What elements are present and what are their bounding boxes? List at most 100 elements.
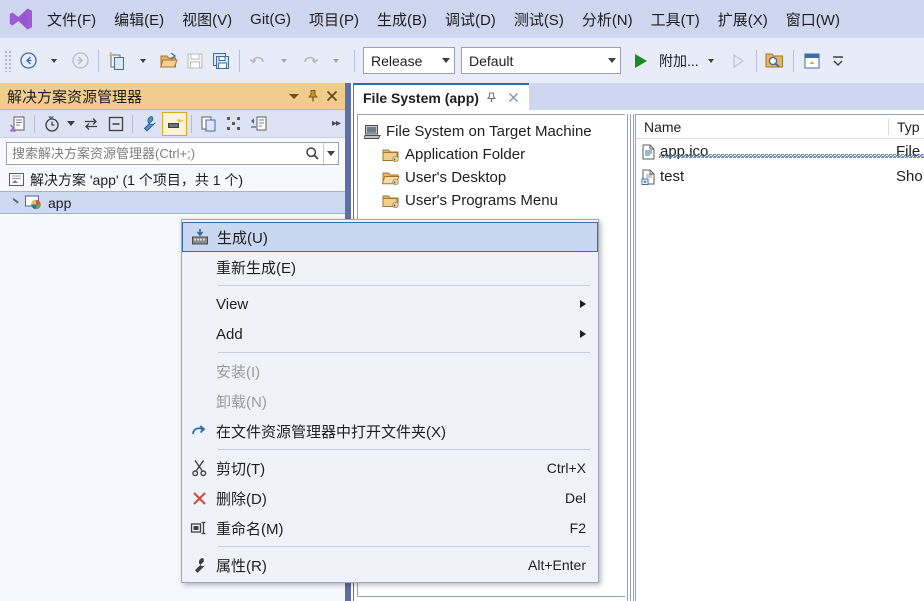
menu-item-view[interactable]: 视图(V)	[173, 5, 241, 34]
solution-explorer-title: 解决方案资源管理器	[7, 88, 143, 106]
menu-item-analyze[interactable]: 分析(N)	[573, 5, 642, 34]
list-item-type: Sho	[896, 168, 923, 185]
context-menu-item-rebuild[interactable]: 重新生成(E)	[182, 252, 598, 282]
chevron-down-icon	[442, 58, 450, 63]
window-layout-icon[interactable]	[799, 47, 825, 75]
solution-explorer-node-app[interactable]: app	[0, 191, 345, 214]
context-menu-item-add[interactable]: Add	[182, 319, 598, 349]
save-all-icon[interactable]	[208, 47, 234, 75]
context-menu-item-cut[interactable]: 剪切(T) Ctrl+X	[182, 453, 598, 483]
navigate-forward-icon[interactable]	[67, 47, 93, 75]
tab-label: File System (app)	[363, 89, 479, 106]
new-project-icon[interactable]	[104, 47, 130, 75]
redo-dropdown-icon[interactable]	[323, 47, 349, 75]
solution-configuration-dropdown[interactable]: Release	[363, 47, 455, 74]
list-item-app-ico[interactable]: app.ico File	[636, 139, 924, 164]
solution-explorer-node-solution[interactable]: 解决方案 'app' (1 个项目，共 1 个)	[0, 168, 345, 191]
menu-item-window[interactable]: 窗口(W)	[777, 5, 849, 34]
context-menu-separator	[218, 285, 590, 286]
refresh-icon[interactable]	[246, 112, 271, 136]
code-view-icon[interactable]	[5, 112, 30, 136]
submenu-arrow-icon	[580, 330, 586, 338]
menu-item-build[interactable]: 生成(B)	[368, 5, 436, 34]
close-icon[interactable]	[322, 87, 341, 106]
fs-node-target-machine[interactable]: File System on Target Machine	[358, 120, 625, 143]
menu-item-edit[interactable]: 编辑(E)	[105, 5, 173, 34]
visual-studio-window: 文件(F) 编辑(E) 视图(V) Git(G) 项目(P) 生成(B) 调试(…	[0, 0, 924, 601]
menu-item-git[interactable]: Git(G)	[241, 7, 300, 32]
undo-icon[interactable]	[245, 47, 271, 75]
close-icon[interactable]	[505, 89, 523, 107]
step-icon[interactable]	[725, 47, 751, 75]
context-menu-item-properties[interactable]: 属性(R) Alt+Enter	[182, 550, 598, 580]
search-options-chevron-down-icon[interactable]	[323, 143, 338, 164]
fs-node-label: User's Desktop	[405, 169, 507, 186]
solution-icon	[8, 171, 25, 188]
context-menu-shortcut: Del	[564, 490, 586, 506]
menu-item-tools[interactable]: 工具(T)	[642, 5, 709, 34]
context-menu-label: 重命名(M)	[216, 520, 284, 538]
search-input[interactable]	[7, 145, 301, 162]
list-item-test[interactable]: test Sho	[636, 164, 924, 189]
start-debug-label[interactable]: 附加...	[659, 51, 699, 71]
menu-item-debug[interactable]: 调试(D)	[436, 5, 505, 34]
context-menu-label: 卸载(N)	[216, 393, 267, 411]
pending-changes-dropdown-icon[interactable]	[64, 112, 78, 136]
file-icon	[641, 144, 656, 160]
context-menu-item-rename[interactable]: 重命名(M) F2	[182, 513, 598, 543]
fs-node-users-desktop[interactable]: User's Desktop	[358, 166, 625, 189]
column-header-type[interactable]: Typ	[888, 118, 924, 135]
view-class-diagram-icon[interactable]	[221, 112, 246, 136]
pin-icon[interactable]	[303, 87, 322, 106]
pending-changes-icon[interactable]	[39, 112, 64, 136]
solution-platform-dropdown[interactable]: Default	[461, 47, 621, 74]
tab-file-system[interactable]: File System (app)	[354, 83, 529, 110]
sync-with-active-document-icon[interactable]	[78, 112, 103, 136]
solution-explorer-search[interactable]	[6, 142, 339, 165]
context-menu-shortcut: F2	[569, 520, 586, 536]
context-menu-label: 安装(I)	[216, 363, 261, 381]
open-file-icon[interactable]	[156, 47, 182, 75]
visual-studio-logo-icon	[4, 2, 38, 36]
properties-wrench-icon	[182, 556, 216, 575]
save-icon[interactable]	[182, 47, 208, 75]
toolbar-separator	[34, 114, 35, 133]
context-menu-item-view[interactable]: View	[182, 289, 598, 319]
chevron-down-icon[interactable]	[284, 87, 303, 106]
solution-explorer-overflow-icon[interactable]: ▸▸	[332, 118, 341, 129]
context-menu-item-delete[interactable]: 删除(D) Del	[182, 483, 598, 513]
undo-dropdown-icon[interactable]	[271, 47, 297, 75]
toolbar-overflow-icon[interactable]	[825, 47, 851, 75]
show-all-files-icon[interactable]	[196, 112, 221, 136]
column-header-name[interactable]: Name	[636, 119, 888, 135]
preview-selected-items-icon[interactable]	[162, 111, 187, 136]
menu-item-extensions[interactable]: 扩展(X)	[709, 5, 777, 34]
start-debug-dropdown-icon[interactable]	[699, 47, 725, 75]
find-in-files-icon[interactable]	[762, 47, 788, 75]
shortcut-icon	[641, 169, 656, 185]
standard-toolbar: Release Default 附加...	[0, 38, 924, 83]
redo-icon[interactable]	[297, 47, 323, 75]
start-debug-button[interactable]	[628, 47, 654, 75]
new-project-dropdown-icon[interactable]	[130, 47, 156, 75]
collapse-all-icon[interactable]	[103, 112, 128, 136]
context-menu-separator	[218, 352, 590, 353]
context-menu-item-open-folder-in-explorer[interactable]: 在文件资源管理器中打开文件夹(X)	[182, 416, 598, 446]
toolbar-separator	[132, 114, 133, 133]
menu-item-project[interactable]: 项目(P)	[300, 5, 368, 34]
file-system-splitter[interactable]	[627, 114, 636, 601]
search-icon[interactable]	[301, 143, 323, 164]
context-menu-item-build[interactable]: 生成(U)	[182, 222, 598, 252]
fs-node-application-folder[interactable]: Application Folder	[358, 143, 625, 166]
navigate-back-dropdown-icon[interactable]	[41, 47, 67, 75]
context-menu-label: 重新生成(E)	[216, 259, 296, 277]
cut-icon	[182, 459, 216, 477]
toolbar-grip[interactable]	[4, 49, 12, 72]
fs-node-users-programs-menu[interactable]: User's Programs Menu	[358, 189, 625, 212]
pin-icon[interactable]	[483, 89, 501, 107]
navigate-back-icon[interactable]	[15, 47, 41, 75]
menu-item-test[interactable]: 测试(S)	[505, 5, 573, 34]
properties-icon[interactable]	[137, 112, 162, 136]
expander-icon[interactable]	[8, 198, 24, 207]
menu-item-file[interactable]: 文件(F)	[38, 5, 105, 34]
